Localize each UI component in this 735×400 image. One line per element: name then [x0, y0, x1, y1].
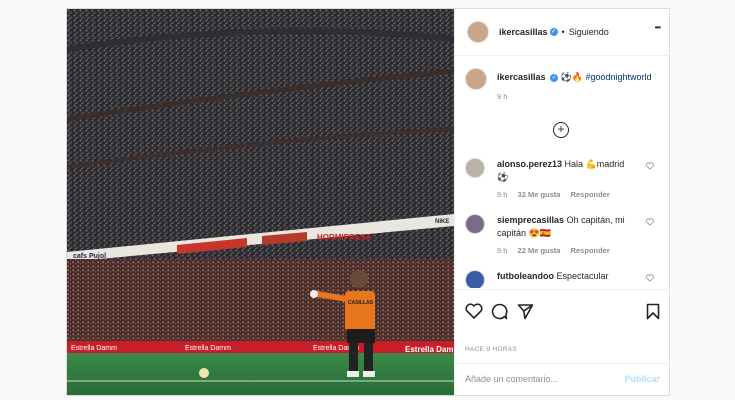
author-avatar[interactable]	[467, 21, 489, 43]
caption-avatar[interactable]	[465, 68, 487, 90]
instagram-post: cafs Pujol HORMIPRESA NIKE Estrella Damm…	[66, 8, 670, 396]
publish-button[interactable]: Publicar	[624, 374, 660, 384]
comment-bubble-icon[interactable]	[491, 303, 508, 320]
comment-meta: 9 h 32 Me gusta Responder	[497, 188, 618, 201]
banner-text-hormipresa: HORMIPRESA	[317, 233, 371, 242]
follow-status-button[interactable]: Siguiendo	[569, 27, 609, 37]
adboard-text-1: Estrella Damm	[71, 345, 117, 352]
comment-reply-button[interactable]: Responder	[571, 190, 610, 199]
share-send-icon[interactable]	[517, 303, 534, 320]
post-timestamp[interactable]: HACE 9 HORAS	[465, 346, 517, 353]
comment-reply-button[interactable]: Responder	[571, 246, 610, 255]
comment-time: 9 h	[497, 190, 508, 199]
football	[199, 368, 209, 378]
caption-emojis: ⚽🔥	[560, 72, 583, 82]
load-more-comments-icon[interactable]: +	[553, 122, 569, 138]
verified-badge-icon: ✓	[549, 28, 558, 36]
verified-badge-icon: ✓	[550, 73, 559, 82]
comments-section: ikercasillas ✓ ⚽🔥 #goodnightworld 9 h + …	[455, 56, 670, 288]
comment-meta: 9 h 22 Me gusta Responder	[497, 244, 618, 257]
comment-username[interactable]: siemprecasillas	[497, 215, 564, 225]
separator-dot: •	[561, 27, 565, 37]
comment-like-heart-icon[interactable]	[646, 218, 654, 226]
save-bookmark-icon[interactable]	[646, 303, 660, 320]
post-header: ikercasillas ✓ • Siguiendo •••	[455, 9, 670, 56]
comment-likes[interactable]: 22 Me gusta	[518, 246, 561, 255]
banner-text-pujol: cafs Pujol	[73, 253, 106, 260]
comment-text: Espectacular	[556, 271, 609, 281]
comment-avatar[interactable]	[465, 270, 485, 288]
adboard-text-4: Estrella Damm	[405, 345, 454, 354]
post-photo[interactable]: cafs Pujol HORMIPRESA NIKE Estrella Damm…	[67, 9, 454, 395]
comment-username[interactable]: alonso.perez13	[497, 159, 562, 169]
comment-likes[interactable]: 32 Me gusta	[518, 190, 561, 199]
adboard-text-2: Estrella Damm	[185, 345, 231, 352]
comment-like-heart-icon[interactable]	[646, 274, 654, 282]
action-bar	[455, 289, 670, 334]
shirt-name: CASILLAS	[348, 300, 374, 306]
comment-time: 9 h	[497, 246, 508, 255]
caption-username[interactable]: ikercasillas	[497, 72, 546, 82]
caption-time: 9 h	[497, 92, 508, 101]
add-comment-bar: Añade un comentario... Publicar	[455, 363, 670, 396]
stadium-photo: cafs Pujol HORMIPRESA NIKE Estrella Damm…	[67, 9, 454, 395]
banner-text-nike: NIKE	[435, 219, 449, 225]
comment-avatar[interactable]	[465, 214, 485, 234]
author-username[interactable]: ikercasillas	[499, 27, 548, 37]
comment-avatar[interactable]	[465, 158, 485, 178]
like-heart-icon[interactable]	[465, 303, 483, 319]
caption-hashtag[interactable]: #goodnightworld	[586, 72, 652, 82]
comment-like-heart-icon[interactable]	[646, 162, 654, 170]
comment-username[interactable]: futboleandoo	[497, 271, 554, 281]
post-sidebar: ikercasillas ✓ • Siguiendo ••• ikercasil…	[454, 9, 670, 395]
comment-input[interactable]: Añade un comentario...	[465, 374, 558, 384]
more-options-icon[interactable]: •••	[655, 23, 661, 32]
